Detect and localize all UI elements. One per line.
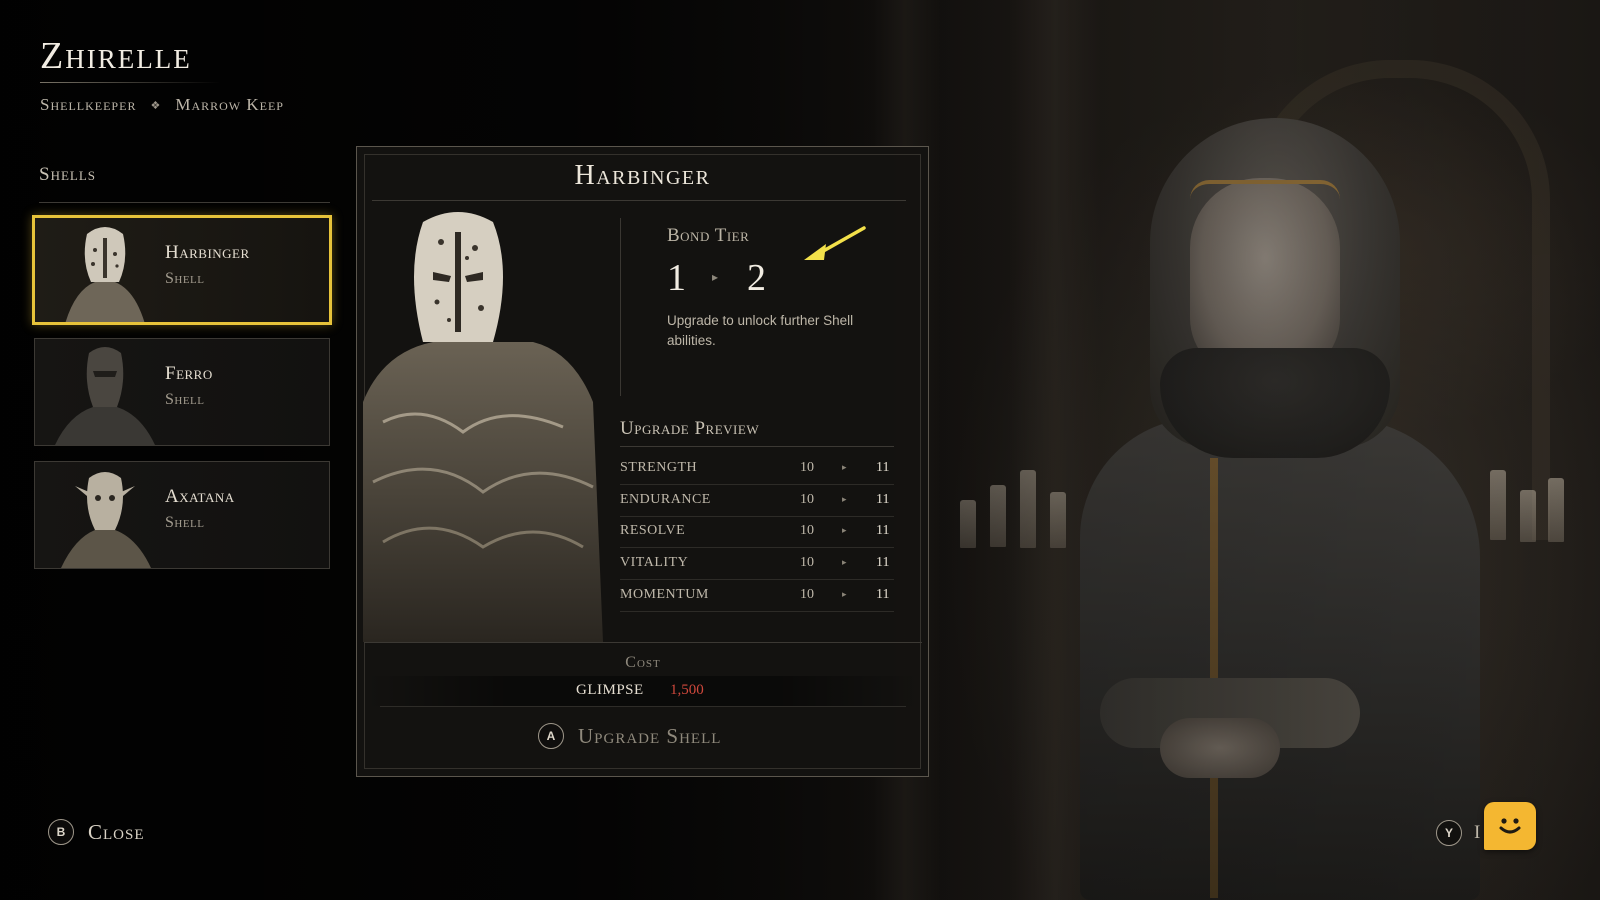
shell-subtitle: Shell (165, 391, 205, 408)
shells-list-divider (39, 202, 330, 203)
cost-amount: 1,500 (670, 682, 704, 698)
upgrade-shell-label: Upgrade Shell (578, 723, 722, 748)
stat-name: STRENGTH (620, 460, 698, 475)
shells-list-title: Shells (39, 164, 97, 185)
bond-tier-description: Upgrade to unlock further Shell abilitie… (667, 313, 854, 348)
stat-row-resolve: RESOLVE 10 ▸ 11 (620, 516, 894, 548)
stat-row-vitality: VITALITY 10 ▸ 11 (620, 548, 894, 580)
stat-arrow-icon: ▸ (842, 494, 847, 504)
stat-current: 10 (800, 555, 814, 570)
y-action-label: I (1474, 822, 1481, 843)
axatana-portrait-icon (61, 472, 151, 568)
stat-next: 11 (876, 460, 890, 475)
bond-tier-current: 1 (667, 257, 686, 299)
stat-arrow-icon: ▸ (842, 462, 847, 472)
character-subtitle: Shellkeeper ❖ Marrow Keep (40, 95, 284, 115)
stat-arrow-icon: ▸ (842, 589, 847, 599)
upgrade-preview-title: Upgrade Preview (620, 418, 760, 439)
y-action-button[interactable]: Y I (1436, 820, 1480, 846)
chat-smile-icon (1499, 818, 1521, 834)
shell-card-harbinger[interactable]: Harbinger Shell (32, 215, 332, 325)
stat-current: 10 (800, 523, 814, 538)
y-button-glyph-icon: Y (1436, 820, 1462, 846)
panel-vertical-divider (620, 218, 621, 396)
stat-next: 11 (876, 523, 890, 538)
upgrade-shell-button[interactable]: A Upgrade Shell (538, 720, 721, 752)
header-divider (40, 82, 220, 83)
character-role: Shellkeeper (40, 95, 137, 114)
diamond-separator-icon: ❖ (150, 99, 162, 112)
panel-title: Harbinger (574, 160, 711, 191)
a-button-glyph-icon: A (538, 723, 564, 749)
upgrade-preview-divider (620, 446, 894, 447)
stat-name: RESOLVE (620, 523, 686, 538)
stat-row-strength: STRENGTH 10 ▸ 11 (620, 453, 894, 485)
shell-card-axatana[interactable]: Axatana Shell (34, 461, 330, 569)
shell-subtitle: Shell (165, 270, 205, 287)
stat-name: MOMENTUM (620, 587, 709, 602)
shell-card-ferro[interactable]: Ferro Shell (34, 338, 330, 446)
cost-bottom-divider (380, 706, 906, 707)
bond-tier-arrow-icon: ▸ (712, 270, 719, 284)
panel-title-divider (372, 200, 906, 201)
stat-current: 10 (800, 460, 814, 475)
shell-name: Harbinger (165, 242, 250, 263)
stat-next: 11 (876, 587, 890, 602)
cost-label: Cost (625, 654, 661, 671)
cost-currency: GLIMPSE (576, 682, 644, 698)
shell-name: Axatana (165, 486, 235, 507)
stat-next: 11 (876, 555, 890, 570)
bond-tier-label: Bond Tier (667, 225, 750, 246)
arrow-pointer-icon (804, 226, 866, 260)
close-label: Close (88, 819, 145, 844)
stat-next: 11 (876, 492, 890, 507)
shell-subtitle: Shell (165, 514, 205, 531)
chat-widget-button[interactable] (1484, 802, 1536, 850)
stat-row-momentum: MOMENTUM 10 ▸ 11 (620, 580, 894, 612)
close-button[interactable]: B Close (48, 819, 145, 845)
harbinger-armor-art-icon (363, 212, 603, 642)
shell-name: Ferro (165, 363, 213, 384)
harbinger-portrait-icon (65, 227, 145, 322)
character-name: Zhirelle (40, 35, 192, 77)
stat-arrow-icon: ▸ (842, 557, 847, 567)
stat-name: ENDURANCE (620, 492, 711, 507)
ferro-portrait-icon (55, 347, 155, 445)
stat-current: 10 (800, 492, 814, 507)
stat-current: 10 (800, 587, 814, 602)
stat-arrow-icon: ▸ (842, 525, 847, 535)
character-location: Marrow Keep (175, 95, 284, 114)
stat-row-endurance: ENDURANCE 10 ▸ 11 (620, 485, 894, 517)
cost-divider (364, 642, 922, 643)
stat-name: VITALITY (620, 555, 689, 570)
bond-tier-next: 2 (747, 257, 766, 299)
b-button-glyph-icon: B (48, 819, 74, 845)
